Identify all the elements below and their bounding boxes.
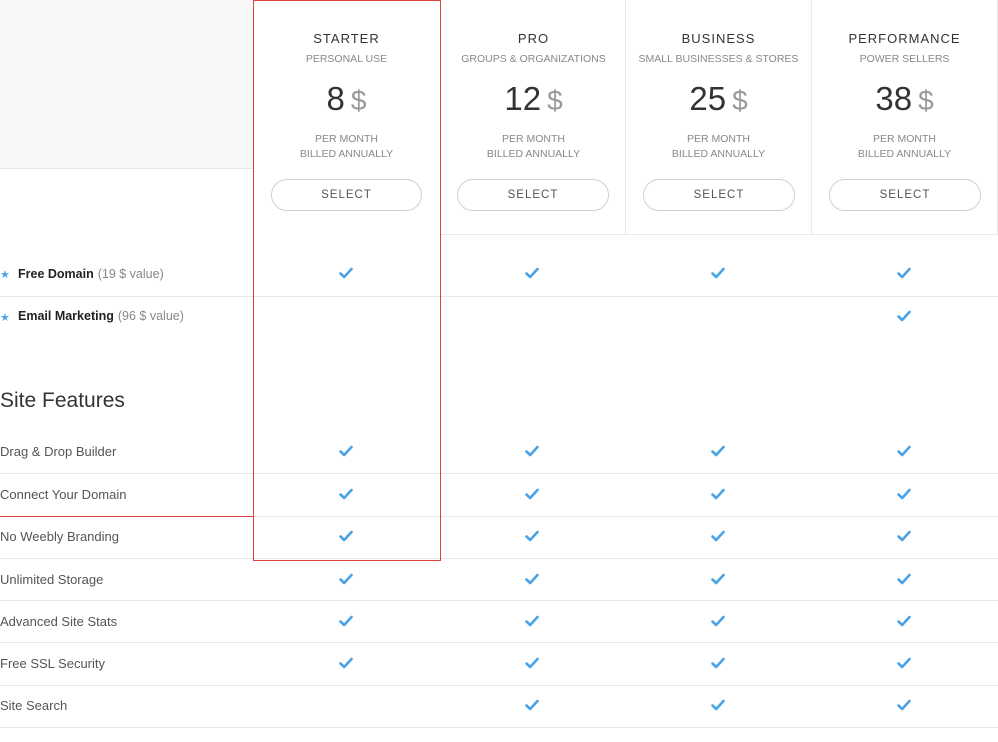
feature-label: Email Marketing xyxy=(18,309,114,323)
section-title: Site Features xyxy=(0,389,125,412)
feature-label-no-branding: No Weebly Branding xyxy=(0,529,119,544)
checkmark-icon xyxy=(897,310,913,324)
plan-name: PERFORMANCE xyxy=(848,31,961,46)
checkmark-icon xyxy=(897,573,913,587)
plan-price: 38 $ xyxy=(812,80,997,118)
feature-label-site-search: Site Search xyxy=(0,698,68,713)
plan-period: PER MONTH BILLED ANNUALLY xyxy=(812,132,997,162)
checkmark-icon xyxy=(897,699,913,713)
checkmark-icon xyxy=(897,657,913,671)
plan-price: 25 $ xyxy=(626,80,811,118)
feature-value: (19 $ value) xyxy=(97,267,164,281)
feature-label-ssl: Free SSL Security xyxy=(0,656,106,671)
row-divider xyxy=(0,600,998,601)
period-line-2: BILLED ANNUALLY xyxy=(486,148,581,160)
period-line-1: PER MONTH xyxy=(873,133,936,145)
checkmark-icon xyxy=(711,573,727,587)
row-divider xyxy=(0,727,998,728)
checkmark-icon xyxy=(525,657,541,671)
feature-label-site-stats: Advanced Site Stats xyxy=(0,614,118,629)
star-icon: ★ xyxy=(0,269,10,281)
checkmark-icon xyxy=(339,615,355,629)
plan-column-business: BUSINESS SMALL BUSINESSES & STORES 25 $ P… xyxy=(625,0,811,235)
corner-placeholder xyxy=(0,0,254,169)
checkmark-icon xyxy=(525,445,541,459)
checkmark-icon xyxy=(711,445,727,459)
checkmark-icon xyxy=(525,267,541,281)
checkmark-icon xyxy=(525,573,541,587)
plan-name: BUSINESS xyxy=(681,31,756,46)
checkmark-icon xyxy=(339,657,355,671)
plan-period: PER MONTH BILLED ANNUALLY xyxy=(626,132,811,162)
row-divider xyxy=(0,296,998,297)
checkmark-icon xyxy=(525,699,541,713)
select-performance-button[interactable]: SELECT xyxy=(829,179,981,211)
plan-price: 12 $ xyxy=(441,80,626,118)
row-divider xyxy=(0,558,998,559)
plan-subtitle: SMALL BUSINESSES & STORES xyxy=(638,53,799,65)
bonus-feature-email-marketing: Email Marketing (96 $ value) xyxy=(18,309,184,323)
plan-period: PER MONTH BILLED ANNUALLY xyxy=(441,132,626,162)
price-currency: $ xyxy=(547,85,563,116)
checkmark-icon xyxy=(339,573,355,587)
plan-name: PRO xyxy=(517,31,550,46)
row-divider xyxy=(0,685,998,686)
checkmark-icon xyxy=(711,615,727,629)
star-icon: ★ xyxy=(0,312,10,324)
highlight-outline-extension xyxy=(0,474,254,517)
checkmark-icon xyxy=(897,445,913,459)
checkmark-icon xyxy=(525,615,541,629)
checkmark-icon xyxy=(897,615,913,629)
checkmark-icon xyxy=(711,699,727,713)
checkmark-icon xyxy=(711,530,727,544)
checkmark-icon xyxy=(339,530,355,544)
checkmark-icon xyxy=(711,657,727,671)
checkmark-icon xyxy=(711,488,727,502)
checkmark-icon xyxy=(339,445,355,459)
feature-label: Free Domain xyxy=(18,267,94,281)
checkmark-icon xyxy=(897,530,913,544)
row-divider xyxy=(0,642,998,643)
price-amount: 25 xyxy=(689,80,727,117)
price-amount: 12 xyxy=(504,80,542,117)
checkmark-icon xyxy=(711,267,727,281)
price-currency: $ xyxy=(918,85,934,116)
period-line-1: PER MONTH xyxy=(687,133,750,145)
checkmark-icon xyxy=(897,267,913,281)
feature-label-unlimited-storage: Unlimited Storage xyxy=(0,572,104,587)
select-pro-button[interactable]: SELECT xyxy=(457,179,609,211)
plan-column-performance: PERFORMANCE POWER SELLERS 38 $ PER MONTH B… xyxy=(811,0,998,235)
checkmark-icon xyxy=(897,488,913,502)
period-line-2: BILLED ANNUALLY xyxy=(857,148,952,160)
period-line-1: PER MONTH xyxy=(502,133,565,145)
checkmark-icon xyxy=(525,530,541,544)
plan-subtitle: POWER SELLERS xyxy=(859,53,950,65)
feature-value: (96 $ value) xyxy=(117,309,184,323)
bonus-feature-free-domain: Free Domain (19 $ value) xyxy=(18,267,164,281)
price-amount: 38 xyxy=(875,80,913,117)
plan-column-pro: PRO GROUPS & ORGANIZATIONS 12 $ PER MONTH… xyxy=(440,0,626,235)
select-business-button[interactable]: SELECT xyxy=(643,179,795,211)
feature-label-drag-drop: Drag & Drop Builder xyxy=(0,444,117,459)
checkmark-icon xyxy=(339,488,355,502)
price-currency: $ xyxy=(732,85,748,116)
period-line-2: BILLED ANNUALLY xyxy=(671,148,766,160)
plan-subtitle: GROUPS & ORGANIZATIONS xyxy=(461,53,606,65)
checkmark-icon xyxy=(525,488,541,502)
checkmark-icon xyxy=(339,267,355,281)
